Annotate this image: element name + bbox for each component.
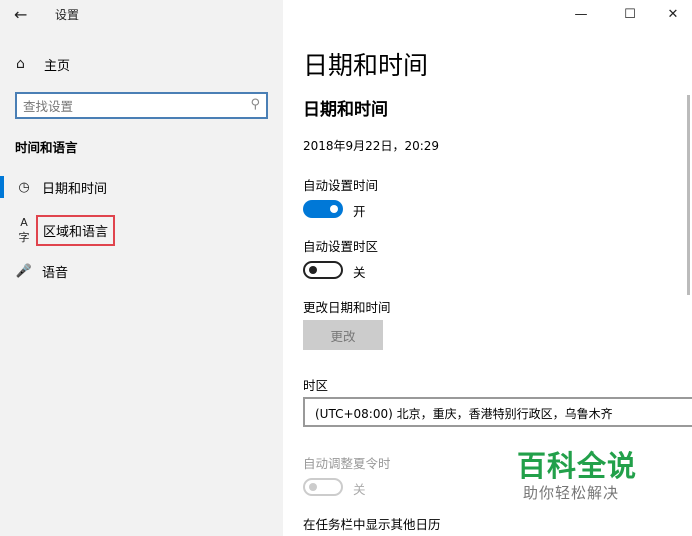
watermark-subtitle: 助你轻松解决 [523, 484, 620, 502]
section-heading: 日期和时间 [303, 100, 388, 120]
sidebar-item-label: 语音 [42, 265, 69, 281]
app-title: 设置 [55, 8, 80, 22]
sidebar-item-region-language[interactable]: A字 区域和语言 [0, 214, 283, 246]
current-datetime: 2018年9月22日，20:29 [303, 139, 440, 153]
search-box[interactable]: ⚲ [15, 92, 268, 119]
dst-label: 自动调整夏令时 [303, 456, 391, 471]
auto-timezone-toggle[interactable] [303, 261, 343, 279]
sidebar-item-home[interactable]: ⌂ 主页 [16, 54, 70, 74]
dst-toggle[interactable] [303, 478, 343, 496]
search-input[interactable] [23, 97, 238, 115]
timezone-select[interactable]: (UTC+08:00) 北京，重庆，香港特别行政区，乌鲁木齐 [303, 397, 692, 427]
auto-time-state: 开 [353, 204, 366, 219]
auto-timezone-label: 自动设置时区 [303, 239, 379, 254]
search-icon[interactable]: ⚲ [250, 97, 260, 112]
home-icon: ⌂ [16, 56, 25, 72]
minimize-icon[interactable]: — [570, 4, 592, 26]
sidebar-item-label: 区域和语言 [36, 214, 116, 246]
dst-state: 关 [353, 482, 366, 497]
main-panel: — ☐ ✕ 日期和时间 日期和时间 2018年9月22日，20:29 自动设置时… [283, 0, 692, 536]
timezone-label: 时区 [303, 378, 329, 393]
sidebar-item-date-time[interactable]: ◷ 日期和时间 [0, 174, 283, 200]
watermark-title: 百科全说 [517, 449, 638, 483]
microphone-icon: 🎤 [15, 263, 33, 279]
auto-timezone-state: 关 [353, 265, 366, 280]
scrollbar[interactable] [687, 95, 690, 295]
calendar-label: 在任务栏中显示其他日历 [303, 517, 441, 532]
selected-indicator [0, 176, 4, 198]
page-title: 日期和时间 [303, 51, 429, 80]
sidebar: ← 设置 ⌂ 主页 ⚲ 时间和语言 ◷ 日期和时间 A字 区域和语言 🎤 语音 [0, 0, 283, 536]
home-label: 主页 [44, 58, 71, 74]
language-icon: A字 [18, 215, 30, 244]
change-button[interactable]: 更改 [303, 320, 383, 350]
auto-time-label: 自动设置时间 [303, 178, 379, 193]
timezone-value: (UTC+08:00) 北京，重庆，香港特别行政区，乌鲁木齐 [315, 407, 613, 421]
sidebar-item-label: 日期和时间 [42, 181, 108, 197]
maximize-icon[interactable]: ☐ [619, 4, 641, 26]
auto-time-toggle[interactable] [303, 200, 343, 218]
close-icon[interactable]: ✕ [662, 4, 684, 26]
section-title: 时间和语言 [15, 140, 78, 155]
back-arrow-icon[interactable]: ← [14, 4, 36, 26]
change-datetime-label: 更改日期和时间 [303, 300, 391, 315]
calendar-clock-icon: ◷ [18, 179, 30, 195]
sidebar-item-speech[interactable]: 🎤 语音 [0, 258, 283, 284]
